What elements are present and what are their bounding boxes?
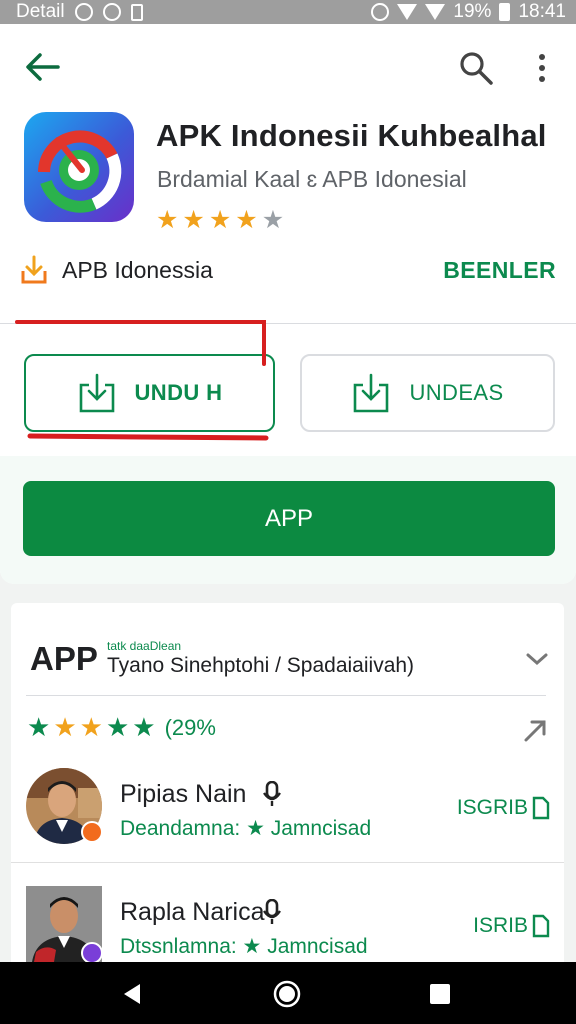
reviewer-name: Pipias Nain (120, 780, 247, 808)
app-install-label: APP (264, 504, 314, 532)
document-icon (532, 914, 550, 938)
status-bar: Detail 19% 18:41 (0, 0, 576, 24)
wifi-icon (397, 4, 418, 20)
app-install-button[interactable]: APP (23, 481, 555, 556)
chevron-down-icon[interactable] (524, 648, 550, 670)
app-rating-stars: ★ ★ ★ ★ ★ (156, 205, 284, 235)
developer-name: APB Idonessia (62, 256, 213, 283)
microphone-icon[interactable] (262, 781, 282, 807)
microphone-icon[interactable] (262, 899, 282, 925)
nav-recents-icon[interactable] (430, 984, 450, 1004)
developer-action-link[interactable]: BEENLER (443, 257, 556, 284)
download-icon (79, 373, 114, 413)
status-bar-label: Detail (16, 1, 65, 22)
nav-back-icon[interactable] (120, 982, 144, 1006)
section-subtitle: Tyano Sinehptohi / Spadaiaiivah) (107, 654, 415, 677)
star-icon: ★ (79, 712, 103, 742)
section-title: APP (30, 640, 98, 677)
verified-badge (81, 821, 103, 843)
review-item[interactable]: Rapla Narica Dtssnlamna: ★ Jamncisad ISR… (26, 886, 556, 966)
arrow-expand-icon[interactable] (522, 716, 550, 744)
review-action-label: ISGRIB (456, 796, 528, 819)
verified-badge (81, 942, 103, 964)
app-icon (24, 112, 134, 222)
rating-percent: (29% (164, 714, 216, 740)
signal-icon (425, 4, 446, 20)
app-bar (0, 24, 576, 108)
review-meta: Deandamna: ★ Jamncisad (120, 817, 372, 840)
clock: 18:41 (518, 1, 566, 22)
gauge-logo-icon (38, 130, 122, 213)
developer-row[interactable]: APB Idonessia BEENLER (20, 250, 556, 290)
alarm-icon (371, 3, 390, 21)
star-icon: ★ (208, 206, 232, 234)
star-icon: ★ (27, 712, 51, 742)
star-icon: ★ (156, 206, 179, 234)
divider (0, 323, 576, 324)
review-action-label: ISRIB (473, 914, 528, 937)
sync-icon (74, 3, 93, 21)
section-tag: tatk daaDlean (107, 639, 182, 653)
search-icon[interactable] (458, 50, 494, 86)
undeas-button[interactable]: UNDEAS (300, 354, 555, 432)
more-options-icon[interactable] (530, 52, 554, 84)
battery-percent: 19% (453, 1, 492, 22)
app-title: APK Indonesii Kuhbealhal (156, 118, 547, 153)
download-icon (354, 373, 389, 413)
document-icon (532, 796, 550, 820)
star-empty-icon: ★ (261, 206, 285, 234)
review-meta: Dtssnlamna: ★ Jamncisad (120, 935, 368, 958)
download-arrow-icon (21, 255, 47, 284)
reviews-rating-row: ★ ★ ★ ★ ★ (29% (27, 712, 216, 743)
nav-home-icon[interactable] (272, 979, 302, 1009)
storage-icon (130, 3, 143, 21)
star-icon: ★ (182, 206, 205, 234)
notification-icon (102, 3, 121, 21)
undeas-label: UNDEAS (409, 380, 504, 405)
system-navigation-bar (0, 962, 576, 1024)
review-action[interactable]: ISGRIB (457, 796, 550, 820)
star-icon: ★ (235, 206, 258, 234)
divider (26, 695, 546, 696)
review-action[interactable]: ISRIB (473, 914, 550, 938)
battery-icon (499, 3, 511, 21)
star-icon: ★ (132, 712, 156, 742)
star-icon: ★ (105, 712, 130, 742)
back-arrow-icon[interactable] (24, 52, 60, 82)
app-subtitle: Brdamial Kaal ɛ APB Idonesial (157, 166, 467, 192)
unduh-button[interactable]: UNDU H (24, 354, 275, 432)
unduh-label: UNDU H (134, 380, 223, 405)
review-item[interactable]: Pipias Nain Deandamna: ★ Jamncisad ISGRI… (26, 768, 556, 848)
reviewer-name: Rapla Narica (120, 898, 265, 926)
divider (11, 862, 564, 863)
star-icon: ★ (53, 712, 77, 742)
